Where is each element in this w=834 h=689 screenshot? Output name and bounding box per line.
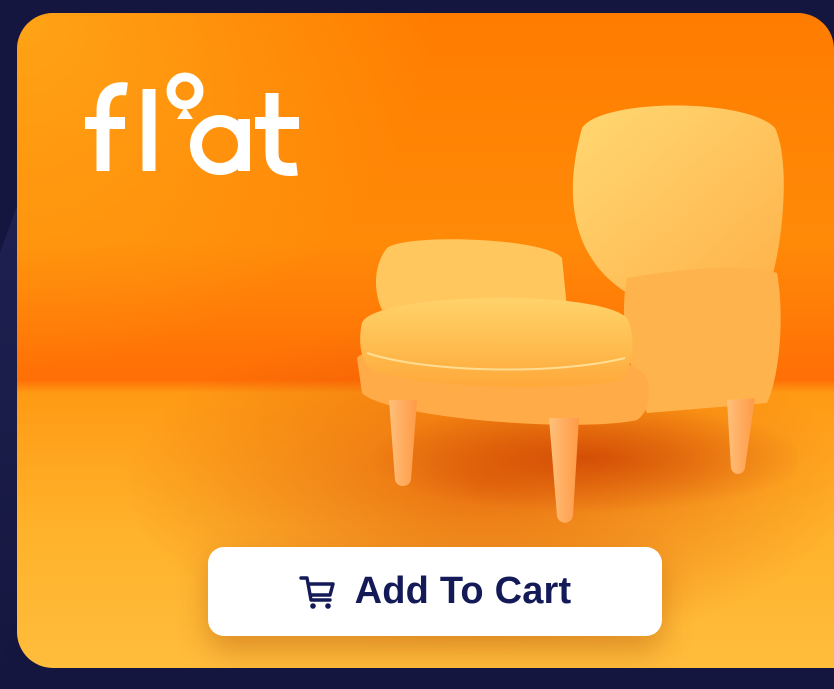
add-to-cart-label: Add To Cart bbox=[354, 570, 572, 612]
float-logo bbox=[85, 72, 299, 176]
cart-icon bbox=[298, 575, 335, 609]
add-to-cart-button[interactable]: Add To Cart bbox=[208, 547, 662, 636]
armchair-image bbox=[357, 105, 797, 523]
product-card: Add To Cart bbox=[17, 13, 834, 668]
